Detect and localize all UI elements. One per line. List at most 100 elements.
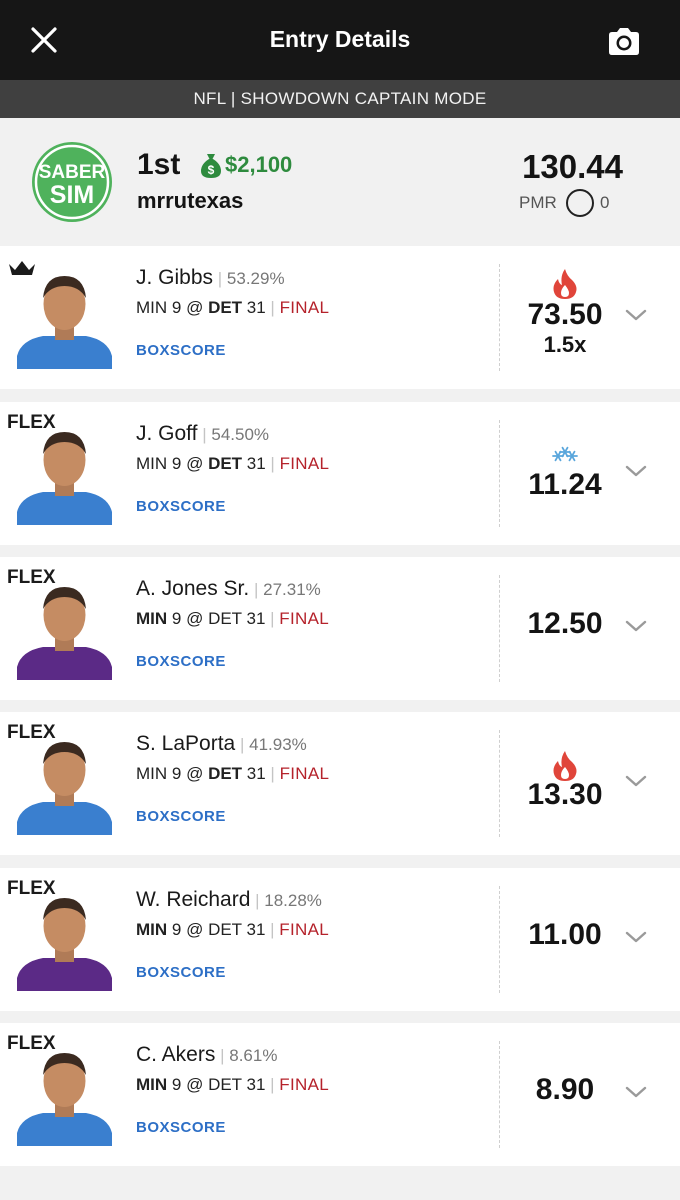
player-points: 73.50 <box>527 298 603 331</box>
entry-prize: $2,100 <box>225 152 293 177</box>
score-column: 12.50 <box>505 607 625 641</box>
home-team: DET <box>208 920 242 939</box>
boxscore-link[interactable]: BOXSCORE <box>136 342 226 359</box>
slot-badge: FLEX <box>7 878 56 899</box>
separator: | <box>213 269 227 288</box>
snowflake-icon <box>552 446 578 462</box>
game-status: FINAL <box>279 764 330 783</box>
player-headshot <box>17 1053 112 1146</box>
separator: | <box>265 920 280 939</box>
player-name: J. Goff <box>136 422 198 445</box>
player-points: 8.90 <box>535 1073 595 1106</box>
divider <box>499 264 500 371</box>
money-bag-icon: $ <box>201 154 221 178</box>
player-name-line: A. Jones Sr. | 27.31% <box>136 577 321 601</box>
player-card[interactable]: J. Gibbs | 53.29% MIN 9 @ DET 31 | FINAL B… <box>0 246 680 389</box>
expand-chevron-icon[interactable] <box>624 930 648 944</box>
home-team: DET <box>208 1075 242 1094</box>
separator: | <box>265 454 280 473</box>
player-headshot <box>17 742 112 835</box>
home-score: 31 <box>241 1075 266 1094</box>
away-score: 9 @ <box>167 298 209 317</box>
game-line: MIN 9 @ DET 31 | FINAL <box>136 609 329 629</box>
player-name-line: C. Akers | 8.61% <box>136 1043 277 1067</box>
expand-chevron-icon[interactable] <box>624 1085 648 1099</box>
away-team: MIN <box>136 764 168 783</box>
player-card[interactable]: FLEX S. LaPorta | 41.93% MIN 9 @ DET 31 | … <box>0 712 680 855</box>
game-line: MIN 9 @ DET 31 | FINAL <box>136 454 329 474</box>
camera-icon[interactable] <box>606 26 642 58</box>
player-ownership: 53.29% <box>226 269 285 288</box>
player-ownership: 27.31% <box>263 580 321 599</box>
separator: | <box>265 609 280 628</box>
player-name-line: W. Reichard | 18.28% <box>136 888 322 912</box>
expand-chevron-icon[interactable] <box>624 774 648 788</box>
player-ownership: 8.61% <box>229 1046 278 1065</box>
home-score: 31 <box>241 609 266 628</box>
separator: | <box>265 1075 280 1094</box>
game-line: MIN 9 @ DET 31 | FINAL <box>136 920 329 940</box>
player-name: A. Jones Sr. <box>136 577 250 600</box>
expand-chevron-icon[interactable] <box>624 464 648 478</box>
divider <box>499 575 500 682</box>
player-card[interactable]: FLEX A. Jones Sr. | 27.31% MIN 9 @ DET 31 … <box>0 557 680 700</box>
separator: | <box>215 1046 230 1065</box>
score-column: 73.50 1.5x <box>505 298 625 358</box>
expand-chevron-icon[interactable] <box>624 308 648 322</box>
boxscore-link[interactable]: BOXSCORE <box>136 1119 226 1136</box>
player-card[interactable]: FLEX J. Goff | 54.50% MIN 9 @ DET 31 | FIN… <box>0 402 680 545</box>
captain-multiplier: 1.5x <box>543 332 587 357</box>
player-name: C. Akers <box>136 1043 216 1066</box>
separator: | <box>235 735 250 754</box>
player-headshot <box>17 276 112 369</box>
player-name-line: J. Goff | 54.50% <box>136 422 269 446</box>
home-score: 31 <box>242 454 266 473</box>
player-headshot <box>17 587 112 680</box>
player-headshot <box>17 432 112 525</box>
divider <box>499 886 500 993</box>
boxscore-link[interactable]: BOXSCORE <box>136 964 226 981</box>
crown-icon <box>9 261 35 275</box>
away-score: 9 @ <box>167 609 209 628</box>
boxscore-link[interactable]: BOXSCORE <box>136 808 226 825</box>
divider <box>499 420 500 527</box>
player-name-line: S. LaPorta | 41.93% <box>136 732 307 756</box>
boxscore-link[interactable]: BOXSCORE <box>136 498 226 515</box>
player-points: 11.24 <box>528 468 602 501</box>
separator: | <box>197 425 212 444</box>
player-name: S. LaPorta <box>136 732 236 755</box>
pmr-progress-ring <box>566 189 594 217</box>
player-card[interactable]: FLEX W. Reichard | 18.28% MIN 9 @ DET 31 |… <box>0 868 680 1011</box>
home-team: DET <box>208 764 243 783</box>
away-team: MIN <box>136 609 168 628</box>
top-bar: Entry Details <box>0 0 680 80</box>
divider <box>499 730 500 837</box>
home-score: 31 <box>242 298 266 317</box>
player-points: 13.30 <box>527 778 603 811</box>
fire-icon <box>553 751 577 781</box>
separator: | <box>265 298 280 317</box>
sabersim-logo: SABER SIM <box>32 142 112 222</box>
away-score: 9 @ <box>167 454 209 473</box>
player-ownership: 41.93% <box>249 735 307 754</box>
player-card[interactable]: FLEX C. Akers | 8.61% MIN 9 @ DET 31 | FIN… <box>0 1023 680 1166</box>
fire-icon <box>553 269 577 299</box>
game-line: MIN 9 @ DET 31 | FINAL <box>136 764 329 784</box>
svg-text:SIM: SIM <box>50 181 94 209</box>
away-score: 9 @ <box>167 920 209 939</box>
score-column: 8.90 <box>505 1073 625 1107</box>
home-team: DET <box>208 609 242 628</box>
entry-username: mrrutexas <box>137 188 244 213</box>
player-points: 11.00 <box>528 918 602 951</box>
pmr-label: PMR <box>519 193 557 212</box>
away-team: MIN <box>136 1075 168 1094</box>
game-status: FINAL <box>279 1075 329 1094</box>
expand-chevron-icon[interactable] <box>624 619 648 633</box>
boxscore-link[interactable]: BOXSCORE <box>136 653 226 670</box>
away-score: 9 @ <box>167 1075 209 1094</box>
game-line: MIN 9 @ DET 31 | FINAL <box>136 1075 329 1095</box>
away-team: MIN <box>136 454 168 473</box>
player-ownership: 54.50% <box>211 425 270 444</box>
separator: | <box>265 764 280 783</box>
player-name: J. Gibbs <box>136 266 214 289</box>
